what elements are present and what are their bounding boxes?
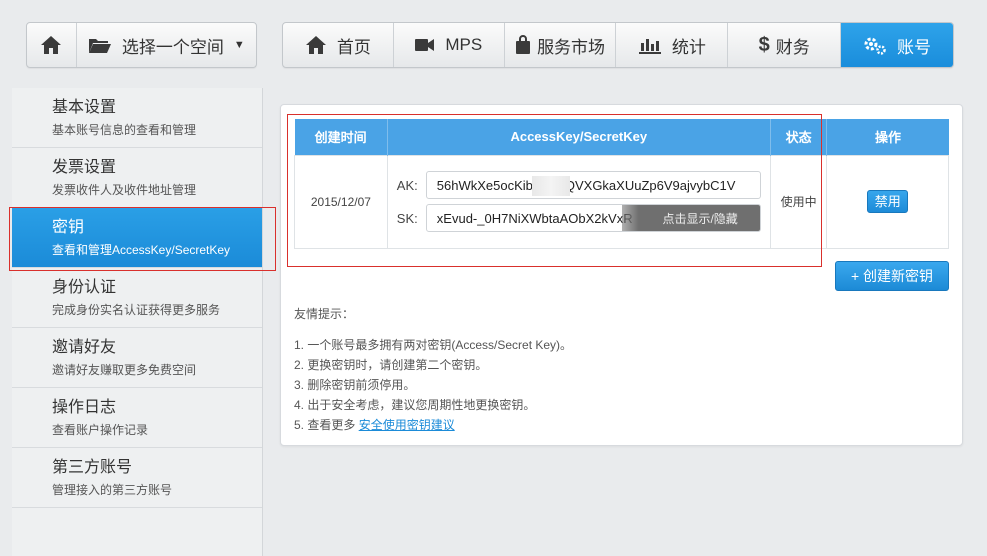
list-item: 4. 出于安全考虑，建议您周期性地更换密钥。 xyxy=(294,398,536,412)
nav-statistics[interactable]: 统计 xyxy=(616,23,729,67)
top-navbar: 选择一个空间 ▼ 首页 MPS 服务市场 统计 $ 财务 账号 xyxy=(0,0,987,88)
nav-mps[interactable]: MPS xyxy=(394,23,505,67)
sidebar-item-subtitle: 查看账户操作记录 xyxy=(52,423,149,437)
dollar-icon: $ xyxy=(758,33,770,56)
column-header-created: 创建时间 xyxy=(294,119,388,155)
nav-service-market[interactable]: 服务市场 xyxy=(505,23,617,67)
sidebar-item-subtitle: 查看和管理AccessKey/SecretKey xyxy=(52,243,231,257)
table-header-row: 创建时间 AccessKey/SecretKey 状态 操作 xyxy=(294,119,949,155)
settings-sidebar: 基本设置 基本账号信息的查看和管理 发票设置 发票收件人及收件地址管理 密钥 查… xyxy=(9,88,276,556)
sidebar-item-operation-log[interactable]: 操作日志 查看账户操作记录 xyxy=(12,388,262,448)
nav-finance-label: 财务 xyxy=(775,37,810,57)
nav-mps-label: MPS xyxy=(445,35,483,54)
caret-down-icon: ▼ xyxy=(233,39,245,51)
highlight-box xyxy=(9,207,276,271)
home-icon xyxy=(40,35,62,55)
sidebar-item-title: 身份认证 xyxy=(52,279,117,296)
nav-account[interactable]: 账号 xyxy=(841,23,953,67)
sidebar-item-title: 密钥 xyxy=(52,219,85,236)
sidebar-item-subtitle: 基本账号信息的查看和管理 xyxy=(52,123,197,137)
sidebar-item-title: 第三方账号 xyxy=(52,459,133,476)
action-cell: 禁用 xyxy=(826,154,949,249)
shopping-bag-icon xyxy=(515,35,531,55)
keys-cell: AK: 56hWkXe5ocKibZ QVXGkaXUuZp6V9ajvybC1… xyxy=(386,154,771,249)
list-item: 2. 更换密钥时，请创建第二个密钥。 xyxy=(294,358,488,372)
sidebar-item-title: 基本设置 xyxy=(52,99,117,116)
sidebar-item-subtitle: 发票收件人及收件地址管理 xyxy=(52,183,197,197)
space-nav-group: 选择一个空间 ▼ xyxy=(26,22,257,68)
disable-key-button[interactable]: 禁用 xyxy=(867,190,909,213)
table-row: 2015/12/07 AK: 56hWkXe5ocKibZ QVXGkaXUuZ… xyxy=(294,154,949,249)
list-item: 5. 查看更多 安全使用密钥建议 xyxy=(294,415,572,435)
home-icon xyxy=(305,35,327,55)
sidebar-item-identity-verification[interactable]: 身份认证 完成身份实名认证获得更多服务 xyxy=(12,268,262,328)
access-key-field[interactable]: 56hWkXe5ocKibZ QVXGkaXUuZp6V9ajvybC1V xyxy=(425,171,761,199)
space-selector-dropdown[interactable]: 选择一个空间 ▼ xyxy=(77,23,256,67)
access-key-prefix: 56hWkXe5ocKibZ xyxy=(436,177,541,193)
home-shortcut-button[interactable] xyxy=(27,23,77,67)
sidebar-item-title: 邀请好友 xyxy=(52,339,117,356)
create-new-key-button[interactable]: + 创建新密钥 xyxy=(835,261,949,291)
video-camera-icon xyxy=(415,38,435,52)
nav-account-label: 账号 xyxy=(897,37,932,57)
access-key-label: AK: xyxy=(396,177,418,193)
tips-list: 1. 一个账号最多拥有两对密钥(Access/Secret Key)。 2. 更… xyxy=(294,335,572,435)
toggle-secret-visibility-button[interactable]: 点击显示/隐藏 xyxy=(621,205,760,231)
secret-key-label: SK: xyxy=(396,210,418,226)
bar-chart-icon xyxy=(638,36,662,54)
nav-home[interactable]: 首页 xyxy=(283,23,394,67)
sidebar-item-subtitle: 完成身份实名认证获得更多服务 xyxy=(52,303,221,317)
nav-finance[interactable]: $ 财务 xyxy=(728,23,842,67)
list-item: 1. 一个账号最多拥有两对密钥(Access/Secret Key)。 xyxy=(294,338,573,352)
column-header-keys: AccessKey/SecretKey xyxy=(387,119,771,155)
sidebar-item-keys[interactable]: 密钥 查看和管理AccessKey/SecretKey xyxy=(9,207,276,271)
sidebar-item-title: 发票设置 xyxy=(52,159,117,176)
folder-open-icon xyxy=(88,36,112,54)
sidebar-item-subtitle: 管理接入的第三方账号 xyxy=(52,483,173,497)
sidebar-item-invoice-settings[interactable]: 发票设置 发票收件人及收件地址管理 xyxy=(12,148,262,208)
keys-panel: 创建时间 AccessKey/SecretKey 状态 操作 2015/12/0… xyxy=(280,104,963,446)
keys-table: 创建时间 AccessKey/SecretKey 状态 操作 2015/12/0… xyxy=(294,119,949,249)
main-nav-group: 首页 MPS 服务市场 统计 $ 财务 账号 xyxy=(282,22,954,68)
sidebar-item-title: 操作日志 xyxy=(52,399,117,416)
space-selector-label: 选择一个空间 xyxy=(121,37,224,57)
created-date: 2015/12/07 xyxy=(294,154,388,249)
toggle-secret-visibility-label: 点击显示/隐藏 xyxy=(662,211,738,226)
sidebar-item-basic-settings[interactable]: 基本设置 基本账号信息的查看和管理 xyxy=(12,88,262,148)
tips-section: 友情提示： 1. 一个账号最多拥有两对密钥(Access/Secret Key)… xyxy=(294,305,572,435)
security-guide-link[interactable]: 安全使用密钥建议 xyxy=(359,418,455,432)
column-header-status: 状态 xyxy=(770,119,828,155)
status-badge: 使用中 xyxy=(769,154,828,249)
list-item: 3. 删除密钥前须停用。 xyxy=(294,378,416,392)
nav-statistics-label: 统计 xyxy=(671,37,706,57)
column-header-action: 操作 xyxy=(826,119,949,155)
tip-text: 5. 查看更多 xyxy=(294,418,359,432)
gears-icon xyxy=(863,35,887,55)
tips-title: 友情提示： xyxy=(294,307,355,321)
secret-key-value: xEvud-_0H7NiXWbtaAObX2kVxR xyxy=(436,210,633,226)
blur-mask xyxy=(531,176,570,196)
sidebar-item-invite-friends[interactable]: 邀请好友 邀请好友赚取更多免费空间 xyxy=(12,328,262,388)
nav-home-label: 首页 xyxy=(336,37,371,57)
nav-service-market-label: 服务市场 xyxy=(537,37,606,57)
access-key-suffix: QVXGkaXUuZp6V9ajvybC1V xyxy=(564,177,736,193)
sidebar-item-third-party-accounts[interactable]: 第三方账号 管理接入的第三方账号 xyxy=(12,448,262,508)
secret-key-row: SK: xEvud-_0H7NiXWbtaAObX2kVxR 点击显示/隐藏 xyxy=(397,204,770,232)
sidebar-item-subtitle: 邀请好友赚取更多免费空间 xyxy=(52,363,197,377)
access-key-row: AK: 56hWkXe5ocKibZ QVXGkaXUuZp6V9ajvybC1… xyxy=(397,171,770,199)
secret-key-field[interactable]: xEvud-_0H7NiXWbtaAObX2kVxR 点击显示/隐藏 xyxy=(425,204,761,232)
